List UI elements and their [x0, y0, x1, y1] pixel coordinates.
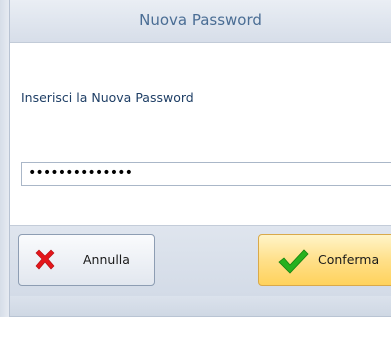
- button-panel: Annulla Conferma: [10, 225, 391, 296]
- green-check-icon: [278, 249, 309, 274]
- confirm-button[interactable]: Conferma: [258, 234, 391, 286]
- title-bar: Nuova Password: [10, 0, 391, 43]
- cancel-button[interactable]: Annulla: [18, 234, 155, 286]
- password-dialog: Nuova Password Inserisci la Nuova Passwo…: [0, 0, 391, 345]
- red-x-icon: [35, 249, 55, 270]
- confirm-button-label: Conferma: [318, 252, 380, 267]
- window-frame-left: [0, 0, 10, 345]
- dialog-content: Inserisci la Nuova Password ••••••••••••…: [10, 43, 391, 225]
- dialog-title: Nuova Password: [139, 11, 262, 29]
- cancel-button-label: Annulla: [83, 252, 130, 267]
- new-password-prompt: Inserisci la Nuova Password: [21, 90, 194, 105]
- new-password-input[interactable]: ••••••••••••••: [21, 162, 391, 186]
- status-strip: [10, 296, 391, 317]
- background-area: [0, 317, 391, 345]
